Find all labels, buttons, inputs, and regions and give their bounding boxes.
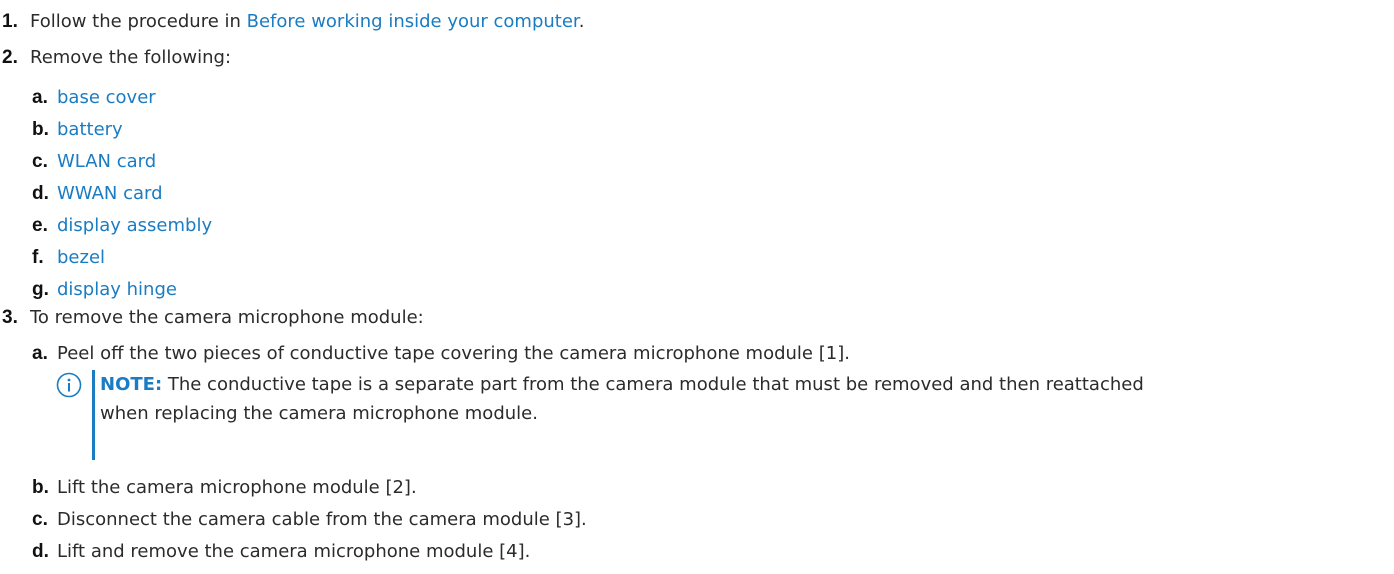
note-line-2: when replacing the camera microphone mod…	[100, 403, 538, 424]
step-1: 1. Follow the procedure in Before working…	[0, 9, 584, 35]
list-item: c. Disconnect the camera cable from the c…	[32, 507, 587, 533]
item-letter: d.	[32, 541, 49, 562]
step-3: 3. To remove the camera microphone module…	[0, 305, 424, 331]
item-letter: d.	[32, 183, 49, 204]
item-letter: c.	[32, 151, 48, 172]
link-display-hinge[interactable]: display hinge	[57, 279, 177, 300]
item-letter: f.	[32, 247, 44, 268]
note-label: NOTE:	[100, 374, 163, 395]
link-wwan-card[interactable]: WWAN card	[57, 183, 163, 204]
step-2: 2. Remove the following:	[0, 45, 231, 71]
list-item: f. bezel	[32, 245, 105, 271]
list-item: a. base cover	[32, 85, 156, 111]
item-text: Peel off the two pieces of conductive ta…	[57, 343, 850, 364]
step-number: 3.	[2, 307, 18, 328]
item-letter: b.	[32, 477, 49, 498]
list-item: b. Lift the camera microphone module [2].	[32, 475, 417, 501]
list-item: d. WWAN card	[32, 181, 163, 207]
item-text: Lift the camera microphone module [2].	[57, 477, 417, 498]
item-letter: b.	[32, 119, 49, 140]
step-text-before: Follow the procedure in	[30, 11, 247, 32]
link-wlan-card[interactable]: WLAN card	[57, 151, 156, 172]
item-letter: a.	[32, 87, 48, 108]
item-letter: c.	[32, 509, 48, 530]
link-battery[interactable]: battery	[57, 119, 123, 140]
link-display-assembly[interactable]: display assembly	[57, 215, 212, 236]
step-number: 2.	[2, 47, 18, 68]
item-letter: e.	[32, 215, 48, 236]
list-item: g. display hinge	[32, 277, 177, 303]
link-base-cover[interactable]: base cover	[57, 87, 156, 108]
item-letter: g.	[32, 279, 49, 300]
step-text-after: .	[578, 11, 585, 32]
item-text: Lift and remove the camera microphone mo…	[57, 541, 531, 562]
list-item: d. Lift and remove the camera microphone …	[32, 539, 530, 565]
step-text: Remove the following:	[30, 47, 232, 68]
info-circle-icon	[56, 372, 82, 398]
list-item: b. battery	[32, 117, 123, 143]
list-item: c. WLAN card	[32, 149, 156, 175]
item-letter: a.	[32, 343, 48, 364]
note-line-1: The conductive tape is a separate part f…	[162, 374, 1144, 395]
note-callout: NOTE: The conductive tape is a separate …	[56, 370, 1386, 462]
list-item: e. display assembly	[32, 213, 212, 239]
step-text: To remove the camera microphone module:	[30, 307, 424, 328]
step-number: 1.	[2, 11, 18, 32]
note-text: NOTE: The conductive tape is a separate …	[100, 370, 1390, 428]
link-bezel[interactable]: bezel	[57, 247, 105, 268]
list-item: a. Peel off the two pieces of conductive …	[32, 341, 850, 367]
item-text: Disconnect the camera cable from the cam…	[57, 509, 587, 530]
note-divider	[92, 370, 95, 460]
procedure-document: 1. Follow the procedure in Before working…	[0, 0, 1394, 574]
link-before-working[interactable]: Before working inside your computer	[247, 11, 579, 32]
